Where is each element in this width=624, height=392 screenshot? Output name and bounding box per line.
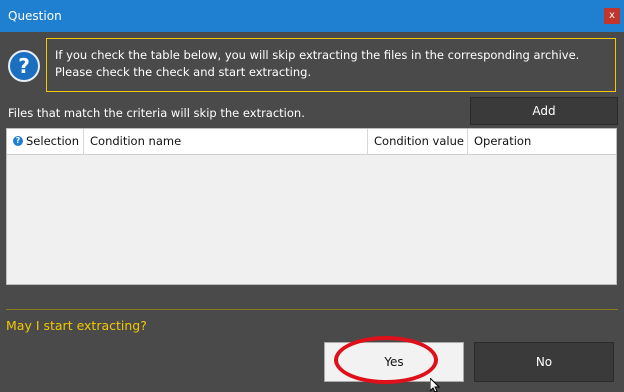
title-bar: Question x [0,0,624,32]
column-label: Selection [26,134,79,148]
prompt-text: May I start extracting? [6,318,147,333]
close-button[interactable]: x [604,8,620,24]
window-title: Question [8,9,62,23]
column-header-condition-value[interactable]: Condition value [368,129,468,154]
column-label: Condition name [90,134,182,148]
message-box: If you check the table below, you will s… [46,38,616,92]
arrow-cursor-icon [430,378,441,392]
column-label: Condition value [374,134,464,148]
table-header: ? Selection Condition name Condition valu… [7,129,616,155]
help-icon[interactable]: ? [13,135,23,146]
close-icon: x [609,10,615,21]
add-button[interactable]: Add [470,97,618,125]
column-header-selection[interactable]: ? Selection [7,129,84,154]
question-icon: ? [8,50,40,82]
column-label: Operation [474,134,532,148]
divider [6,309,618,310]
column-header-condition-name[interactable]: Condition name [84,129,368,154]
message-text: If you check the table below, you will s… [55,48,580,79]
criteria-label: Files that match the criteria will skip … [8,106,305,120]
no-button[interactable]: No [474,342,614,382]
criteria-table: ? Selection Condition name Condition valu… [6,128,617,285]
column-header-operation[interactable]: Operation [468,129,616,154]
yes-button[interactable]: Yes [324,342,464,382]
